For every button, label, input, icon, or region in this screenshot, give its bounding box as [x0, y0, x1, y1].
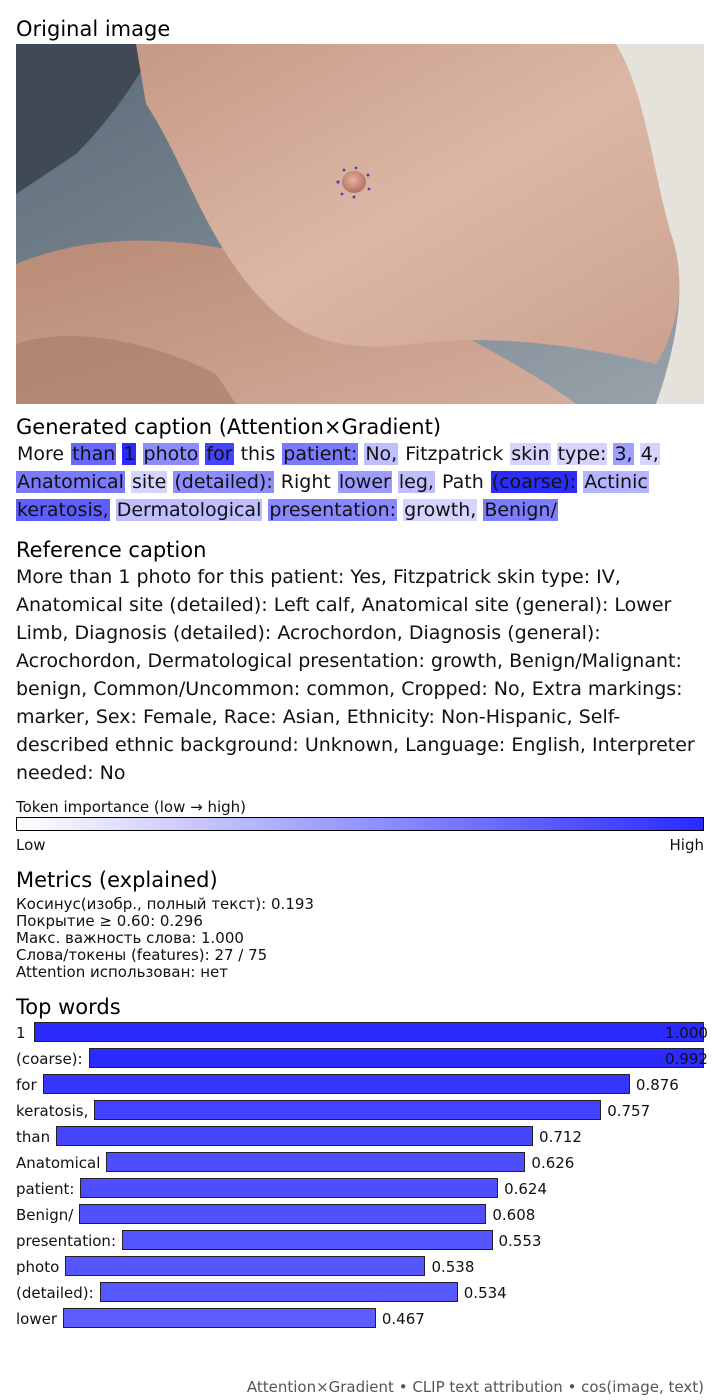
bar-value-label: 0.626	[531, 1154, 575, 1172]
bar-label: Anatomical	[16, 1154, 101, 1172]
bar-value-label: 1.000	[665, 1024, 708, 1042]
bar-row: patient: 0.624	[0, 1177, 720, 1203]
caption-token: site	[130, 471, 168, 493]
metric-coverage: Покрытие ≥ 0.60: 0.296	[16, 912, 203, 930]
original-image-title: Original image	[16, 17, 171, 41]
bar	[79, 1204, 487, 1224]
bar-row: than 0.712	[0, 1125, 720, 1151]
legend-low-label: Low	[16, 836, 46, 854]
bar-label: photo	[16, 1258, 60, 1276]
reference-caption: More than 1 photo for this patient: Yes,…	[16, 566, 695, 784]
reference-caption-title: Reference caption	[16, 538, 207, 562]
caption-token: (detailed):	[173, 471, 274, 493]
skin-lesion-photo	[16, 44, 704, 404]
bar-value-label: 0.534	[463, 1284, 507, 1302]
caption-token: this	[240, 443, 276, 465]
caption-token: 4,	[639, 443, 660, 465]
bar-value-label: 0.757	[607, 1102, 651, 1120]
caption-token: Dermatological	[115, 499, 263, 521]
metric-word-token-count: Слова/токены (features): 27 / 75	[16, 946, 268, 964]
bar-value-label: 0.876	[635, 1076, 679, 1094]
bar-row: keratosis, 0.757	[0, 1099, 720, 1125]
caption-token: patient:	[282, 443, 359, 465]
bar	[63, 1308, 376, 1328]
bar-row: presentation: 0.553	[0, 1229, 720, 1255]
generated-caption: More than 1 photo for this patient: No, …	[16, 440, 706, 524]
caption-token: Right	[280, 471, 331, 493]
top-words-chart: 1 1.000 (coarse): 0.992 for 0.876 keratosis, 0.…	[0, 1021, 720, 1341]
bar-value-label: 0.992	[665, 1050, 708, 1068]
bar-value-label: 0.467	[381, 1310, 425, 1328]
bar-value-label: 0.553	[498, 1232, 542, 1250]
footer-note: Attention×Gradient • CLIP text attributi…	[246, 1378, 704, 1396]
bar	[56, 1126, 534, 1146]
bar-label: lower	[16, 1310, 58, 1328]
caption-token: 1	[122, 443, 137, 465]
bar-row: for 0.876	[0, 1073, 720, 1099]
bar-label: presentation:	[16, 1232, 116, 1250]
bar-row: 1 1.000	[0, 1021, 720, 1047]
caption-token: 3,	[613, 443, 634, 465]
token-importance-legend-label: Token importance (low → high)	[16, 798, 247, 816]
bar-label: (coarse):	[16, 1050, 83, 1068]
bar-value-label: 0.712	[539, 1128, 582, 1146]
bar-label: Benign/	[16, 1206, 74, 1224]
caption-token: Fitzpatrick	[405, 443, 504, 465]
legend-high-label: High	[669, 836, 704, 854]
bar-label: 1	[16, 1024, 26, 1042]
bar-label: for	[16, 1076, 37, 1094]
caption-token: No,	[364, 443, 399, 465]
caption-token: photo	[142, 443, 200, 465]
bar	[89, 1048, 704, 1068]
bar-label: keratosis,	[16, 1102, 89, 1120]
bar-row: (detailed): 0.534	[0, 1281, 720, 1307]
caption-token: Benign/	[483, 499, 558, 521]
caption-token: presentation:	[268, 499, 398, 521]
caption-token: for	[205, 443, 234, 465]
bar-row: lower 0.467	[0, 1307, 720, 1333]
bar-row: (coarse): 0.992	[0, 1047, 720, 1073]
metrics-list: Косинус(изобр., полный текст): 0.193 Пок…	[16, 896, 314, 981]
bar-row: Benign/0.608	[0, 1203, 720, 1229]
caption-token: leg,	[397, 471, 435, 493]
token-importance-colorbar	[16, 817, 704, 831]
bar-label: (detailed):	[16, 1284, 94, 1302]
bar	[43, 1074, 630, 1094]
bar	[34, 1022, 704, 1042]
bar-row: Anatomical 0.626	[0, 1151, 720, 1177]
caption-token: Anatomical	[16, 471, 125, 493]
metric-attention-used: Attention использован: нет	[16, 963, 228, 981]
top-words-title: Top words	[16, 995, 121, 1019]
caption-token: keratosis,	[16, 499, 110, 521]
bar	[65, 1256, 426, 1276]
bar	[100, 1282, 458, 1302]
caption-token: skin	[510, 443, 551, 465]
metric-cosine: Косинус(изобр., полный текст): 0.193	[16, 895, 314, 913]
bar-value-label: 0.608	[492, 1206, 536, 1224]
bar	[80, 1178, 499, 1198]
metrics-title: Metrics (explained)	[16, 868, 218, 892]
caption-token: growth,	[403, 499, 478, 521]
caption-token: (coarse):	[490, 471, 578, 493]
bar	[94, 1100, 602, 1120]
bar-value-label: 0.538	[431, 1258, 475, 1276]
caption-token: lower	[337, 471, 392, 493]
generated-caption-title: Generated caption (Attention×Gradient)	[16, 415, 442, 439]
bar-label: than	[16, 1128, 51, 1146]
bar-value-label: 0.624	[504, 1180, 548, 1198]
caption-token: Path	[442, 471, 484, 493]
caption-token: type:	[556, 443, 608, 465]
metric-max-importance: Макс. важность слова: 1.000	[16, 929, 244, 947]
bar	[122, 1230, 493, 1250]
caption-token: Actinic	[583, 471, 649, 493]
bar-label: patient:	[16, 1180, 75, 1198]
bar-row: photo 0.538	[0, 1255, 720, 1281]
caption-token: More	[17, 443, 65, 465]
caption-token: than	[71, 443, 117, 465]
bar	[106, 1152, 526, 1172]
